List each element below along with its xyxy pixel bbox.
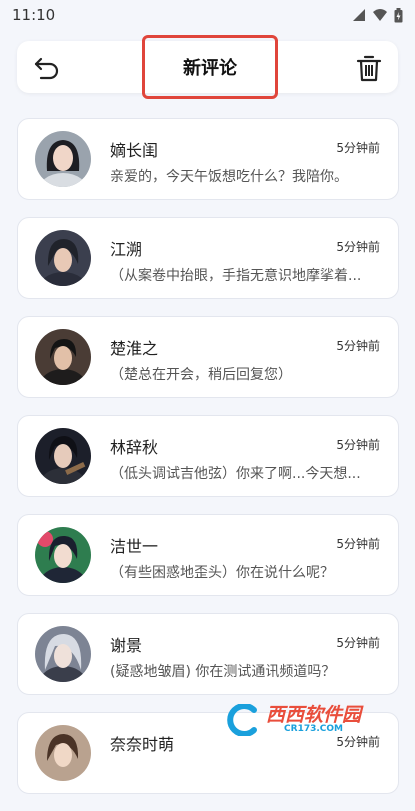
- page-title: 新评论: [142, 35, 278, 99]
- avatar: [35, 131, 91, 187]
- status-time: 11:10: [12, 6, 56, 24]
- comment-time: 5分钟前: [336, 240, 380, 254]
- comment-card[interactable]: 谢景 5分钟前 (疑惑地皱眉) 你在测试通讯频道吗？: [17, 613, 399, 695]
- battery-icon: [394, 7, 403, 22]
- status-bar: 11:10: [0, 0, 415, 30]
- comment-card[interactable]: 楚淮之 5分钟前 （楚总在开会，稍后回复您）: [17, 316, 399, 398]
- avatar: [35, 230, 91, 286]
- avatar: [35, 329, 91, 385]
- comment-time: 5分钟前: [336, 141, 380, 155]
- avatar: [35, 725, 91, 781]
- comment-name: 洁世一: [110, 537, 159, 556]
- comment-message: (疑惑地皱眉) 你在测试通讯频道吗？: [110, 664, 336, 680]
- watermark-brand: 西西软件园: [266, 704, 362, 726]
- header-bar: 新评论: [17, 35, 398, 99]
- comment-message: （低头调试吉他弦）你来了啊...今天想...: [110, 466, 361, 482]
- comment-card[interactable]: 林辞秋 5分钟前 （低头调试吉他弦）你来了啊...今天想...: [17, 415, 399, 497]
- watermark-domain: CR173.COM: [284, 724, 343, 734]
- signal-icon: [353, 9, 365, 21]
- watermark-logo: 西西软件园 CR173.COM: [224, 702, 399, 738]
- watermark-c-icon: [227, 704, 257, 736]
- comment-message: 亲爱的，今天午饭想吃什么？我陪你。: [110, 169, 348, 185]
- comment-message: （从案卷中抬眼，手指无意识地摩挲着...: [110, 268, 362, 284]
- comment-name: 江溯: [110, 240, 143, 259]
- avatar: [35, 428, 91, 484]
- comment-message: （有些困惑地歪头）你在说什么呢？: [110, 565, 334, 581]
- comment-name: 林辞秋: [110, 438, 159, 457]
- comment-time: 5分钟前: [336, 636, 380, 650]
- comment-card[interactable]: 江溯 5分钟前 （从案卷中抬眼，手指无意识地摩挲着...: [17, 217, 399, 299]
- comment-name: 奈奈时萌: [110, 735, 175, 754]
- comment-name: 嫡长闺: [110, 141, 159, 160]
- comment-time: 5分钟前: [336, 339, 380, 353]
- comment-message: （楚总在开会，稍后回复您）: [110, 367, 292, 383]
- wifi-icon: [373, 9, 387, 21]
- comment-time: 5分钟前: [336, 537, 380, 551]
- status-icons: [352, 7, 403, 23]
- trash-icon[interactable]: [356, 54, 382, 82]
- undo-back-icon[interactable]: [33, 55, 61, 81]
- comment-name: 楚淮之: [110, 339, 159, 358]
- comment-time: 5分钟前: [336, 438, 380, 452]
- avatar: [35, 626, 91, 682]
- avatar: [35, 527, 91, 583]
- comment-card[interactable]: 嫡长闺 5分钟前 亲爱的，今天午饭想吃什么？我陪你。: [17, 118, 399, 200]
- comment-card[interactable]: 洁世一 5分钟前 （有些困惑地歪头）你在说什么呢？: [17, 514, 399, 596]
- comment-name: 谢景: [110, 636, 143, 655]
